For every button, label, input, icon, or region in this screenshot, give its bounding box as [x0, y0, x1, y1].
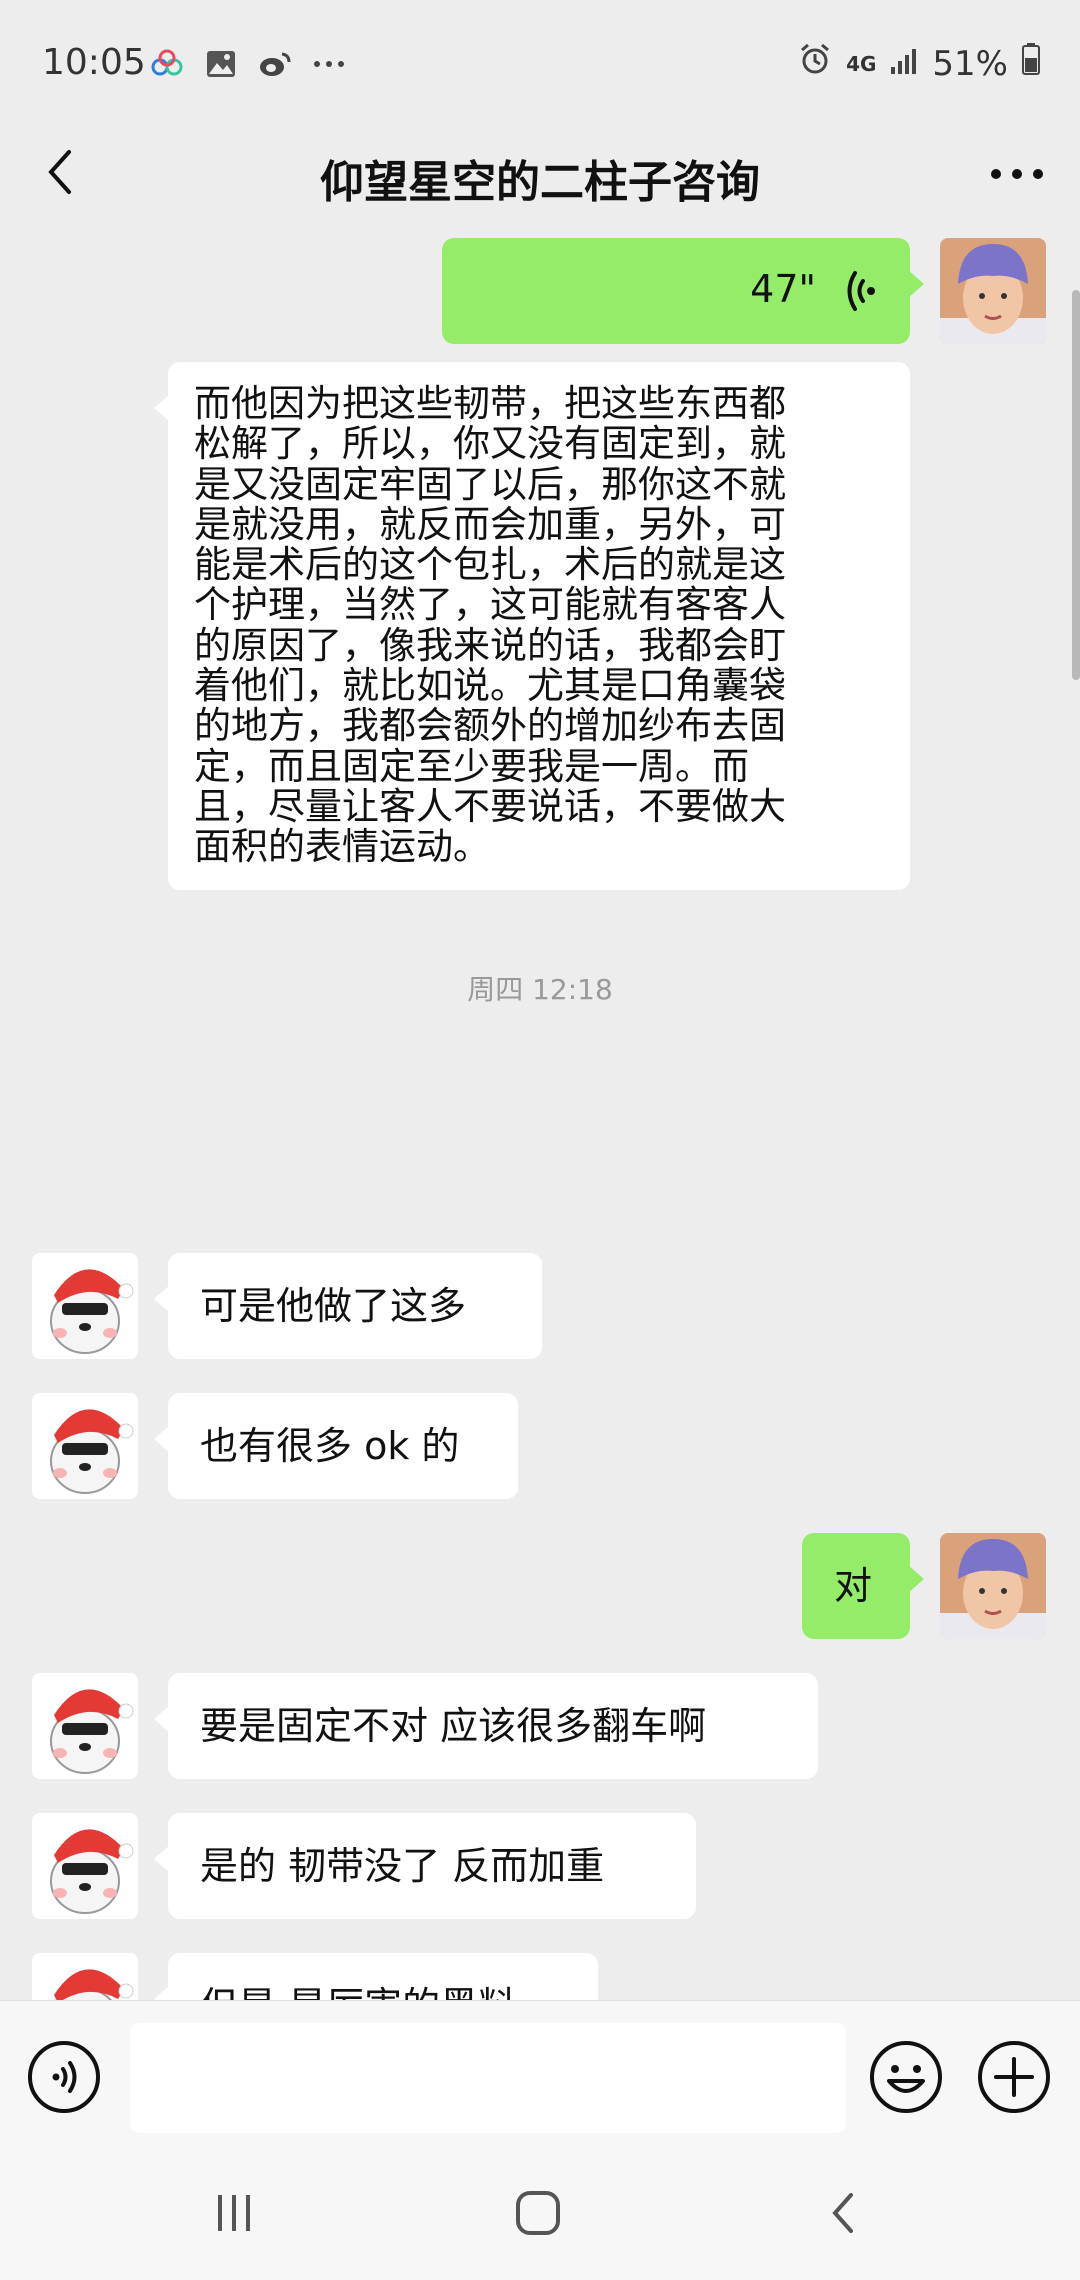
message-bubble[interactable]: 对: [802, 1533, 924, 1639]
battery-text: 51%: [932, 43, 1008, 84]
more-functions-button[interactable]: [976, 2039, 1052, 2115]
transcription-line: 能是术后的这个包扎，术后的就是这: [194, 543, 786, 587]
weibo-icon: [258, 47, 292, 81]
self-avatar[interactable]: [940, 1533, 1046, 1639]
chat-header: 仰望星空的二柱子咨询: [0, 120, 1080, 230]
message-bubble[interactable]: 但是 是厉害的黑料: [154, 1953, 598, 2000]
message-text: 是的 韧带没了 反而加重: [200, 1844, 605, 1888]
contact-avatar[interactable]: [32, 1953, 138, 2000]
transcription-line: 面积的表情运动。: [194, 825, 490, 869]
message-bubble[interactable]: 可是他做了这多: [154, 1253, 542, 1359]
network-type: 4G: [846, 51, 877, 76]
battery-icon: [1022, 43, 1040, 84]
system-back-icon: [832, 2193, 853, 2233]
contact-avatar[interactable]: [32, 1673, 138, 1779]
message-bubble[interactable]: 也有很多 ok 的: [154, 1393, 518, 1499]
message-text: 对: [834, 1564, 873, 1608]
transcription-line: 是就没用，就反而会加重，另外，可: [194, 502, 786, 546]
status-bar: 10:05 4G 51%: [0, 0, 1080, 120]
contact-avatar[interactable]: [32, 1393, 138, 1499]
self-avatar[interactable]: [940, 238, 1046, 344]
transcription-line: 的地方，我都会额外的增加纱布去固: [194, 704, 786, 748]
status-time: 10:05: [42, 42, 146, 83]
message-bubble[interactable]: 是的 韧带没了 反而加重: [154, 1813, 696, 1919]
transcription-line: 个护理，当然了，这可能就有客客人: [194, 583, 786, 627]
message-text: 也有很多 ok 的: [200, 1424, 460, 1468]
system-back-button[interactable]: [812, 2188, 872, 2238]
transcription-line: 是又没固定牢固了以后，那你这不就: [194, 462, 786, 506]
transcription-line: 且，尽量让客人不要说话，不要做大: [194, 784, 786, 828]
recent-apps-button[interactable]: [204, 2188, 264, 2238]
voice-duration: 47": [750, 267, 816, 311]
home-button[interactable]: [508, 2188, 568, 2238]
transcription-line: 着他们，就比如说。尤其是口角囊袋: [194, 664, 786, 708]
notification-icons: [150, 44, 346, 84]
emoji-button[interactable]: [868, 2039, 944, 2115]
more-options-button[interactable]: [982, 144, 1052, 204]
voice-mode-icon: [28, 2041, 100, 2113]
voice-wave-icon: [847, 271, 875, 311]
chat-title: 仰望星空的二柱子咨询: [320, 157, 760, 208]
voice-input-button[interactable]: [26, 2039, 102, 2115]
emoji-icon: [870, 2041, 942, 2113]
system-navigation-bar: [0, 2148, 1080, 2280]
signal-icon: [890, 44, 918, 84]
contact-avatar[interactable]: [32, 1253, 138, 1359]
more-icon: [991, 169, 1043, 179]
home-icon: [516, 2191, 560, 2235]
transcription-line: 而他因为把这些韧带，把这些东西都: [194, 382, 786, 425]
plus-icon: [978, 2041, 1050, 2113]
scrollbar[interactable]: [1072, 290, 1080, 680]
message-bubble[interactable]: 要是固定不对 应该很多翻车啊: [154, 1673, 818, 1779]
gallery-icon: [204, 47, 238, 81]
transcription-line: 松解了，所以，你又没有固定到，就: [194, 422, 786, 466]
transcription-line: 定，而且固定至少要我是一周。而: [194, 744, 749, 788]
baidu-cloud-icon: [150, 47, 184, 81]
transcription-line: 的原因了，像我来说的话，我都会盯: [194, 623, 786, 667]
more-dots-icon: [312, 47, 346, 81]
message-text: 可是他做了这多: [200, 1284, 467, 1328]
message-text: 但是 是厉害的黑料: [200, 1984, 516, 2000]
contact-avatar[interactable]: [32, 1813, 138, 1919]
alarm-icon: [798, 42, 832, 85]
transcription-bubble[interactable]: 而他因为把这些韧带，把这些东西都 松解了，所以，你又没有固定到，就 是又没固定牢…: [154, 362, 910, 890]
message-text: 要是固定不对 应该很多翻车啊: [200, 1704, 707, 1748]
input-bar: [0, 2000, 1080, 2149]
status-right: 4G 51%: [798, 42, 1040, 85]
voice-message-bubble[interactable]: 47": [442, 238, 924, 344]
message-input[interactable]: [130, 2023, 846, 2133]
recent-apps-icon: [218, 2195, 250, 2231]
message-timestamp: 周四 12:18: [467, 973, 613, 1006]
chat-area[interactable]: 47" 而他因为把这些韧带，把这些东西都 松解了，所以，你又没有固定到，就 是又…: [0, 230, 1080, 2000]
